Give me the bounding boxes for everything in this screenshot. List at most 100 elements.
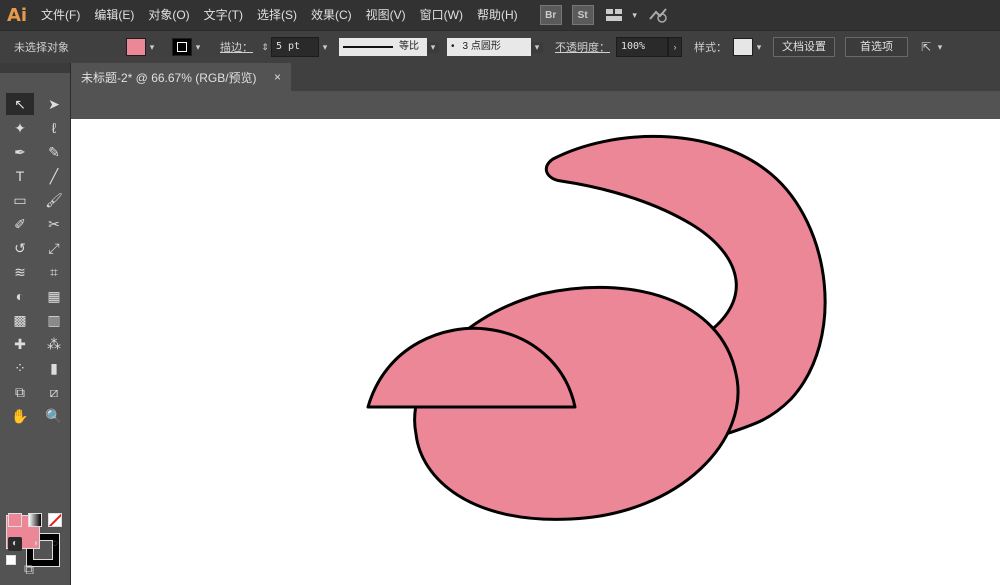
menu-edit[interactable]: 编辑(E): [87, 0, 141, 30]
curvature-tool[interactable]: ✎: [40, 141, 68, 163]
direct-selection-tool[interactable]: ➤: [40, 93, 68, 115]
rotate-tool-icon: ↺: [14, 239, 26, 256]
zoom-tool[interactable]: 🔍: [40, 405, 68, 427]
paintbrush-tool[interactable]: 🖌: [40, 189, 68, 211]
menu-window[interactable]: 窗口(W): [413, 0, 470, 30]
stroke-stepper-icon[interactable]: ⇕: [259, 42, 271, 53]
shape-builder-tool[interactable]: ◐: [6, 285, 34, 307]
opacity-label: 不透明度：: [555, 42, 610, 54]
menu-help[interactable]: 帮助(H): [470, 0, 525, 30]
app-logo: Ai: [6, 4, 28, 26]
line-tool[interactable]: ╱: [40, 165, 68, 187]
selection-tool[interactable]: ↖: [6, 93, 34, 115]
tools-panel: ↖➤✦ℓ✒✎T╱▭🖌✐✂↺⤢≋⌗◐▦▩▥✚⁂⁘▮⧉⧄✋🔍 ⤾ ◐ ◑ ◌ ⧉: [0, 63, 71, 585]
profile-dropdown-icon[interactable]: ▾: [427, 41, 439, 53]
artwork: [366, 134, 827, 521]
document-tab-bar: 未标题-2* @ 66.67% (RGB/预览) ×: [71, 63, 1000, 91]
brush-dropdown-icon[interactable]: ▾: [531, 41, 543, 53]
blend-tool[interactable]: ⁂: [40, 333, 68, 355]
scale-tool-icon: ⤢: [48, 239, 60, 256]
symbol-sprayer-tool[interactable]: ⁘: [6, 357, 34, 379]
menu-type[interactable]: 文字(T): [197, 0, 250, 30]
opacity-input[interactable]: 100%: [616, 37, 668, 57]
brush-label: 3 点圆形: [462, 41, 501, 52]
stroke-weight-input[interactable]: 5 pt: [271, 37, 319, 57]
menu-view[interactable]: 视图(V): [359, 0, 413, 30]
chevron-down-icon[interactable]: ▾: [629, 10, 641, 21]
selection-status: 未选择对象: [14, 42, 69, 54]
free-transform-tool[interactable]: ⌗: [40, 261, 68, 283]
opacity-arrow-icon[interactable]: ›: [668, 37, 682, 57]
stroke-swatch[interactable]: [172, 38, 192, 56]
menu-effect[interactable]: 效果(C): [304, 0, 359, 30]
bridge-button[interactable]: Br: [539, 5, 562, 25]
fill-dropdown-icon[interactable]: ▾: [146, 42, 158, 53]
shape-builder-tool-icon: ◐: [15, 288, 25, 304]
document-tab-title: 未标题-2* @ 66.67% (RGB/预览): [81, 70, 257, 85]
line-tool-icon: ╱: [49, 167, 59, 184]
paintbrush-tool-icon: 🖌: [45, 191, 63, 208]
menu-select[interactable]: 选择(S): [250, 0, 304, 30]
graphic-style-swatch[interactable]: [733, 38, 753, 56]
hand-tool[interactable]: ✋: [6, 405, 34, 427]
arrange-documents-icon[interactable]: [604, 6, 624, 24]
none-mode-icon[interactable]: [48, 513, 62, 527]
draw-normal-icon[interactable]: ◐: [8, 537, 22, 551]
fill-swatch[interactable]: [126, 38, 146, 56]
menu-bar: Ai 文件(F) 编辑(E) 对象(O) 文字(T) 选择(S) 效果(C) 视…: [0, 0, 1000, 30]
slice-tool[interactable]: ⧄: [40, 381, 68, 403]
mesh-tool[interactable]: ▩: [6, 309, 34, 331]
pen-tool-icon: ✒: [14, 143, 26, 160]
style-label: 样式：: [694, 42, 727, 54]
scale-tool[interactable]: ⤢: [40, 237, 68, 259]
default-colors-icon[interactable]: [6, 555, 16, 565]
draw-inside-icon[interactable]: ◌: [48, 537, 62, 551]
eyedropper-tool[interactable]: ✚: [6, 333, 34, 355]
magic-wand-tool[interactable]: ✦: [6, 117, 34, 139]
document-setup-button[interactable]: 文档设置: [773, 37, 835, 57]
screen-mode-icon[interactable]: ⧉: [24, 561, 34, 578]
panel-grip[interactable]: [0, 63, 70, 73]
hand-tool-icon: ✋: [11, 407, 29, 424]
rectangle-tool[interactable]: ▭: [6, 189, 34, 211]
artboard[interactable]: [71, 119, 1000, 585]
perspective-grid-tool[interactable]: ▦: [40, 285, 68, 307]
variable-width-profile[interactable]: 等比: [339, 38, 427, 56]
close-icon[interactable]: ×: [274, 70, 281, 84]
shaper-tool[interactable]: ✐: [6, 213, 34, 235]
scissors-tool[interactable]: ✂: [40, 213, 68, 235]
pen-tool[interactable]: ✒: [6, 141, 34, 163]
menu-file[interactable]: 文件(F): [34, 0, 87, 30]
column-graph-tool[interactable]: ▮: [40, 357, 68, 379]
eyedropper-tool-icon: ✚: [14, 335, 26, 352]
gradient-mode-icon[interactable]: [28, 513, 42, 527]
color-mode-row: [8, 513, 62, 527]
color-mode-icon[interactable]: [8, 513, 22, 527]
stroke-dropdown-icon[interactable]: ▾: [192, 42, 204, 53]
menu-object[interactable]: 对象(O): [141, 0, 196, 30]
canvas-top-strip: [71, 91, 1000, 119]
blend-tool-icon: ⁂: [47, 335, 61, 352]
preferences-button[interactable]: 首选项: [845, 37, 908, 57]
style-dropdown-icon[interactable]: ▾: [753, 42, 765, 53]
stroke-weight-dropdown-icon[interactable]: ▾: [319, 42, 331, 53]
direct-selection-tool-icon: ➤: [48, 95, 60, 112]
rotate-tool[interactable]: ↺: [6, 237, 34, 259]
shaper-tool-icon: ✐: [14, 215, 26, 232]
zoom-tool-icon: 🔍: [45, 407, 63, 424]
warp-tool[interactable]: ≋: [6, 261, 34, 283]
symbol-sprayer-tool-icon: ⁘: [14, 359, 26, 376]
draw-behind-icon[interactable]: ◑: [28, 537, 42, 551]
document-tab[interactable]: 未标题-2* @ 66.67% (RGB/预览) ×: [71, 63, 291, 91]
panel-menu-icon[interactable]: ▾: [934, 42, 946, 53]
type-tool[interactable]: T: [6, 165, 34, 187]
gradient-tool[interactable]: ▥: [40, 309, 68, 331]
profile-label: 等比: [399, 41, 419, 52]
gpu-performance-icon[interactable]: [646, 6, 672, 24]
artboard-tool[interactable]: ⧉: [6, 381, 34, 403]
lasso-tool[interactable]: ℓ: [40, 117, 68, 139]
mesh-tool-icon: ▩: [13, 311, 27, 328]
transform-options-icon[interactable]: ⇱: [918, 40, 934, 54]
brush-definition[interactable]: • 3 点圆形: [447, 38, 531, 56]
stock-button[interactable]: St: [571, 5, 594, 25]
